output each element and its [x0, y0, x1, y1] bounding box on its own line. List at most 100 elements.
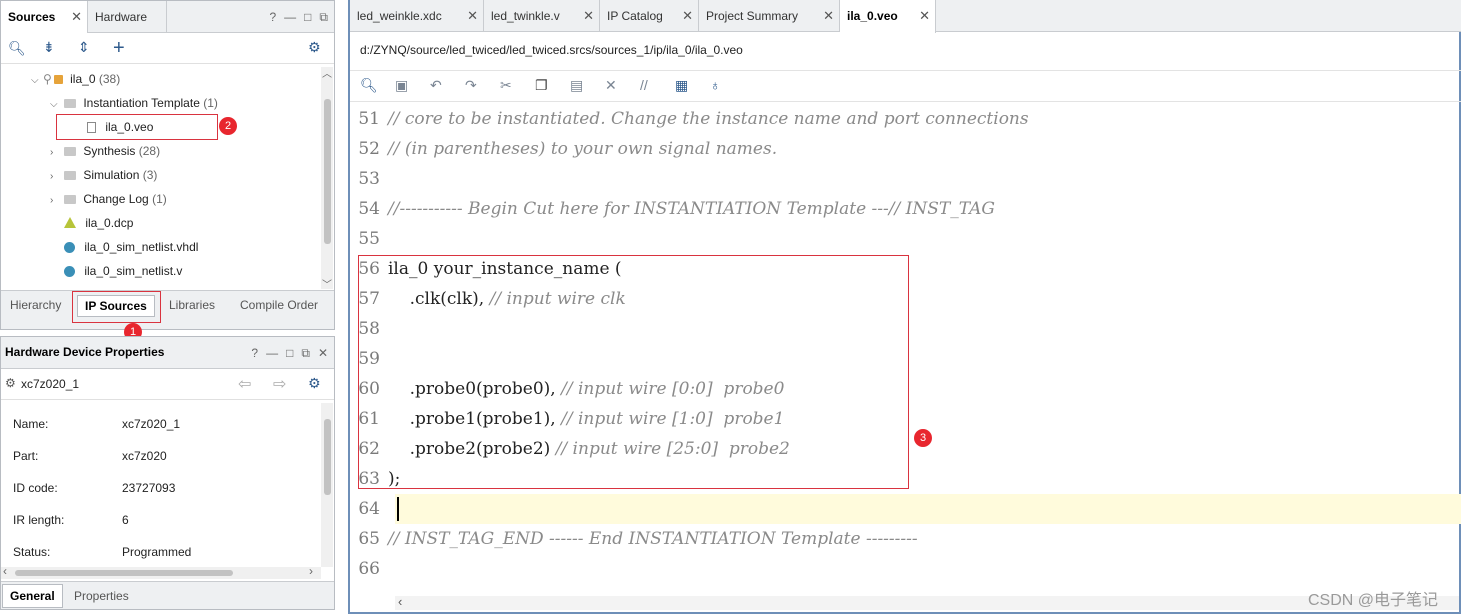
copy-icon[interactable]: ❐: [535, 77, 548, 94]
back-arrow-icon[interactable]: ⇦: [238, 374, 251, 394]
tree-item-label: Instantiation Template: [83, 96, 200, 110]
scroll-thumb[interactable]: [15, 570, 233, 576]
close-icon[interactable]: ✕: [682, 0, 693, 32]
code-line: 55: [350, 224, 388, 254]
help-icon[interactable]: ?: [269, 10, 276, 24]
scroll-thumb[interactable]: [324, 419, 331, 495]
tree-item-synthesis[interactable]: › Synthesis (28): [50, 139, 160, 163]
code-comment: //----------- Begin Cut here for INSTANT…: [388, 199, 995, 219]
code-line: 51 // core to be instantiated. Change the…: [350, 104, 1029, 134]
column-select-icon[interactable]: ▦: [675, 77, 688, 94]
code-line: 52 // (in parentheses) to your own signal…: [350, 134, 777, 164]
close-icon[interactable]: ✕: [823, 0, 834, 32]
scroll-left-icon[interactable]: ‹: [398, 594, 402, 609]
properties-panel: Hardware Device Properties ? — □ ⧉ ✕ ⚙ x…: [0, 336, 335, 610]
undo-icon[interactable]: ↶: [430, 77, 442, 94]
scroll-up-icon[interactable]: ︿: [322, 65, 332, 80]
paste-icon[interactable]: ▤: [570, 77, 583, 94]
cut-icon[interactable]: ✂: [500, 77, 512, 94]
tree-item-simulation[interactable]: › Simulation (3): [50, 163, 157, 187]
tree-item-ila0[interactable]: ⌵ ⚲ ila_0 (38): [31, 67, 120, 91]
close-icon[interactable]: ✕: [919, 0, 930, 32]
minimize-icon[interactable]: —: [284, 10, 296, 24]
tab-ip-catalog[interactable]: IP Catalog ✕: [600, 0, 699, 32]
scroll-right-icon[interactable]: ›: [309, 564, 313, 578]
tree-item-label: ila_0: [70, 72, 96, 86]
properties-scrollbar-v[interactable]: [321, 403, 333, 567]
tab-led-weinkle-xdc[interactable]: led_weinkle.xdc ✕: [350, 0, 484, 32]
properties-scrollbar-h[interactable]: ‹ ›: [1, 564, 321, 579]
tree-item-change-log[interactable]: › Change Log (1): [50, 187, 167, 211]
help-icon[interactable]: ?: [251, 346, 258, 360]
tree-item-sim-netlist-vhdl[interactable]: ila_0_sim_netlist.vhdl: [64, 235, 198, 259]
annotation-badge-2: 2: [219, 117, 237, 135]
chevron-right-icon[interactable]: ›: [50, 189, 62, 213]
code-comment: // core to be instantiated. Change the i…: [388, 109, 1029, 129]
prop-value: 6: [122, 513, 129, 527]
code-line: 65 // INST_TAG_END ------ End INSTANTIATI…: [350, 524, 917, 554]
collapse-all-icon[interactable]: ⇟: [43, 39, 55, 56]
tab-hierarchy[interactable]: Hierarchy: [10, 298, 61, 312]
prop-row-id-code: ID code: 23727093: [13, 472, 175, 504]
scroll-down-icon[interactable]: ﹀: [322, 276, 332, 291]
save-icon[interactable]: ▣: [395, 77, 408, 94]
tree-item-ila0-dcp[interactable]: ila_0.dcp: [64, 211, 133, 235]
scroll-thumb[interactable]: [324, 99, 331, 244]
prop-row-name: Name: xc7z020_1: [13, 408, 180, 440]
chevron-down-icon[interactable]: ⌵: [31, 69, 43, 93]
gear-icon[interactable]: ⚙: [308, 39, 321, 56]
tab-led-twinkle-v[interactable]: led_twinkle.v ✕: [484, 0, 600, 32]
line-number: 66: [358, 559, 380, 579]
lightbulb-icon[interactable]: ♁: [710, 77, 721, 93]
expand-all-icon[interactable]: ⇕: [78, 39, 90, 56]
close-icon[interactable]: ✕: [583, 0, 594, 32]
tab-compile-order[interactable]: Compile Order: [240, 298, 318, 312]
scroll-left-icon[interactable]: ‹: [3, 564, 7, 578]
maximize-icon[interactable]: □: [286, 346, 293, 360]
properties-header-buttons: ? — □ ⧉ ✕: [251, 337, 328, 369]
tab-general[interactable]: General: [2, 584, 63, 608]
prop-row-status: Status: Programmed: [13, 536, 191, 568]
tab-hardware[interactable]: Hardware: [88, 1, 167, 33]
sources-panel: Sources ✕ Hardware ? — □ ⧉ 🔍︎ ⇟ ⇕ + ⚙ ⌵ ⚲…: [0, 0, 335, 330]
ip-icon: ⚲: [43, 72, 52, 86]
sources-header-buttons: ? — □ ⧉: [269, 1, 328, 33]
folder-icon: [64, 171, 76, 180]
tree-item-count: (3): [142, 168, 158, 182]
close-icon[interactable]: ✕: [467, 0, 478, 32]
close-icon[interactable]: ✕: [71, 1, 82, 33]
forward-arrow-icon[interactable]: ⇨: [273, 374, 286, 394]
prop-row-part: Part: xc7z020: [13, 440, 167, 472]
prop-key: Part:: [13, 449, 39, 463]
tab-libraries[interactable]: Libraries: [169, 298, 215, 312]
prop-key: Name:: [13, 417, 49, 431]
minimize-icon[interactable]: —: [266, 346, 278, 360]
comment-icon[interactable]: //: [640, 77, 648, 93]
folder-icon: [64, 147, 76, 156]
editor-scrollbar-h[interactable]: ‹: [395, 594, 1459, 610]
tree-item-sim-netlist-v[interactable]: ila_0_sim_netlist.v: [64, 259, 182, 283]
close-icon[interactable]: ✕: [318, 346, 328, 360]
search-icon[interactable]: 🔍︎: [8, 40, 26, 57]
tab-ila0-veo[interactable]: ila_0.veo ✕: [840, 0, 936, 33]
file-path: d:/ZYNQ/source/led_twiced/led_twiced.src…: [360, 43, 743, 57]
maximize-icon[interactable]: □: [304, 10, 311, 24]
prop-key: Status:: [13, 545, 51, 559]
tab-sources[interactable]: Sources ✕: [1, 1, 88, 33]
tree-item-instantiation-template[interactable]: ⌵ Instantiation Template (1): [50, 91, 218, 115]
sources-scrollbar[interactable]: ︿ ﹀: [321, 65, 333, 291]
float-icon[interactable]: ⧉: [301, 346, 310, 361]
chevron-right-icon[interactable]: ›: [50, 141, 62, 165]
delete-icon[interactable]: ✕: [605, 77, 617, 94]
folder-icon: [64, 99, 76, 108]
add-icon[interactable]: +: [113, 37, 125, 60]
float-icon[interactable]: ⧉: [319, 10, 328, 25]
tab-properties[interactable]: Properties: [74, 589, 129, 603]
redo-icon[interactable]: ↷: [465, 77, 477, 94]
tab-project-summary[interactable]: Project Summary ✕: [699, 0, 840, 32]
chevron-right-icon[interactable]: ›: [50, 165, 62, 189]
editor-tabbar: led_weinkle.xdc ✕ led_twinkle.v ✕ IP Cat…: [350, 0, 1461, 33]
search-icon[interactable]: 🔍︎: [360, 77, 378, 94]
gear-icon[interactable]: ⚙: [308, 375, 321, 392]
code-comment: // (in parentheses) to your own signal n…: [388, 139, 778, 159]
